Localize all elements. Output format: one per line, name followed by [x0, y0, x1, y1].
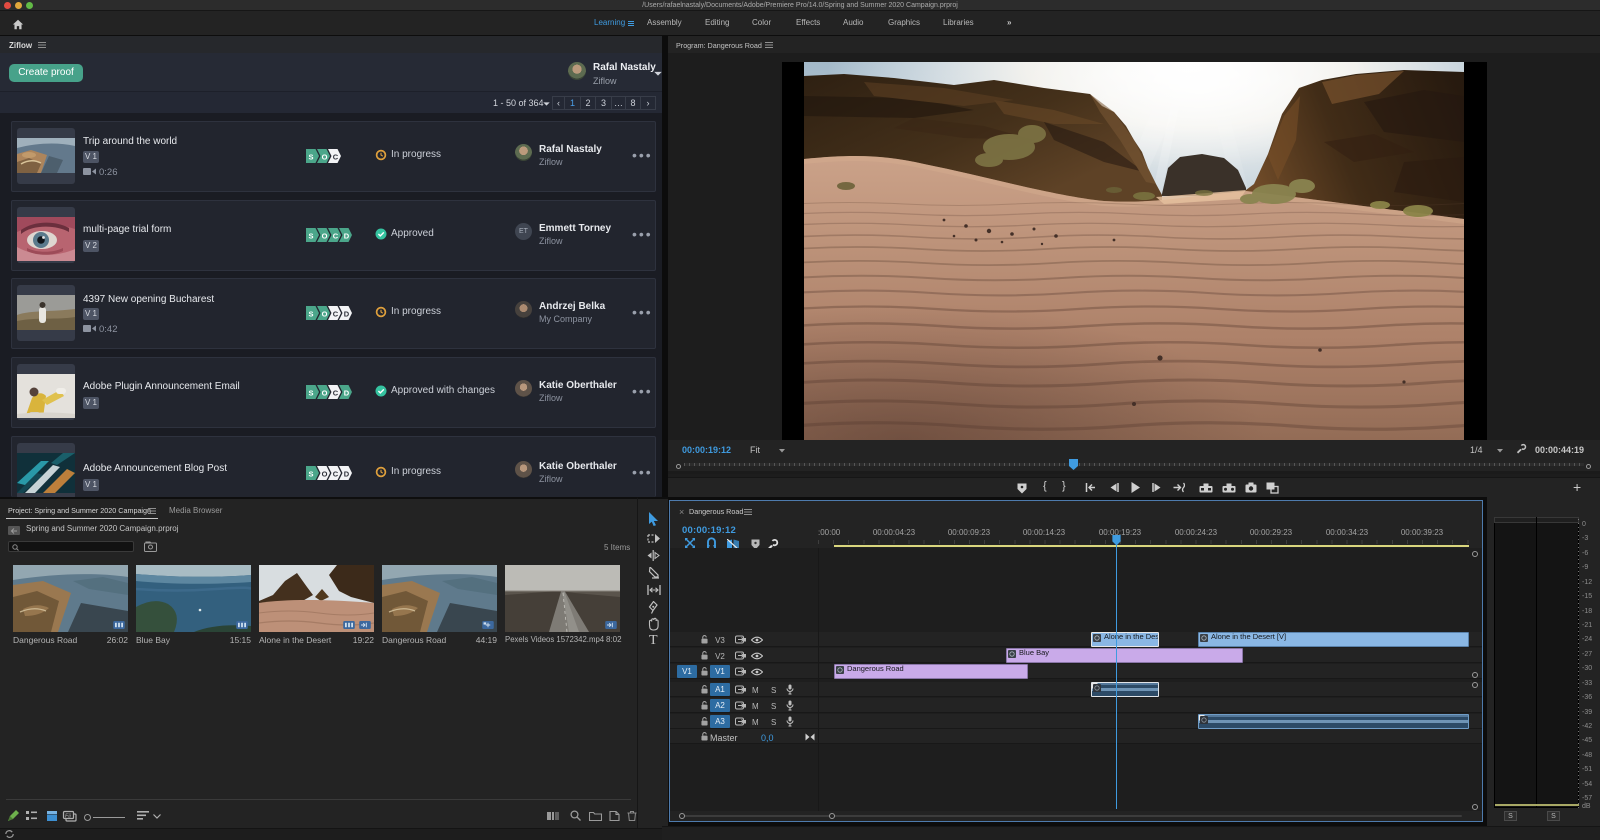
svg-text:O: O: [322, 389, 328, 398]
svg-text:C: C: [333, 153, 339, 162]
svg-text:S: S: [308, 470, 313, 479]
svg-text:C: C: [333, 232, 339, 241]
svg-text:S: S: [308, 153, 313, 162]
svg-text:D: D: [344, 470, 350, 479]
svg-text:C: C: [333, 310, 339, 319]
svg-text:S: S: [308, 389, 313, 398]
svg-text:C: C: [333, 470, 339, 479]
svg-text:O: O: [322, 470, 328, 479]
svg-text:D: D: [344, 389, 350, 398]
svg-text:Fij: Fij: [65, 814, 72, 820]
svg-text:S: S: [308, 232, 313, 241]
svg-text:D: D: [344, 310, 350, 319]
svg-text:O: O: [322, 232, 328, 241]
svg-text:O: O: [322, 153, 328, 162]
svg-text:O: O: [322, 310, 328, 319]
svg-text:C: C: [333, 389, 339, 398]
svg-text:S: S: [308, 310, 313, 319]
svg-text:D: D: [344, 232, 350, 241]
